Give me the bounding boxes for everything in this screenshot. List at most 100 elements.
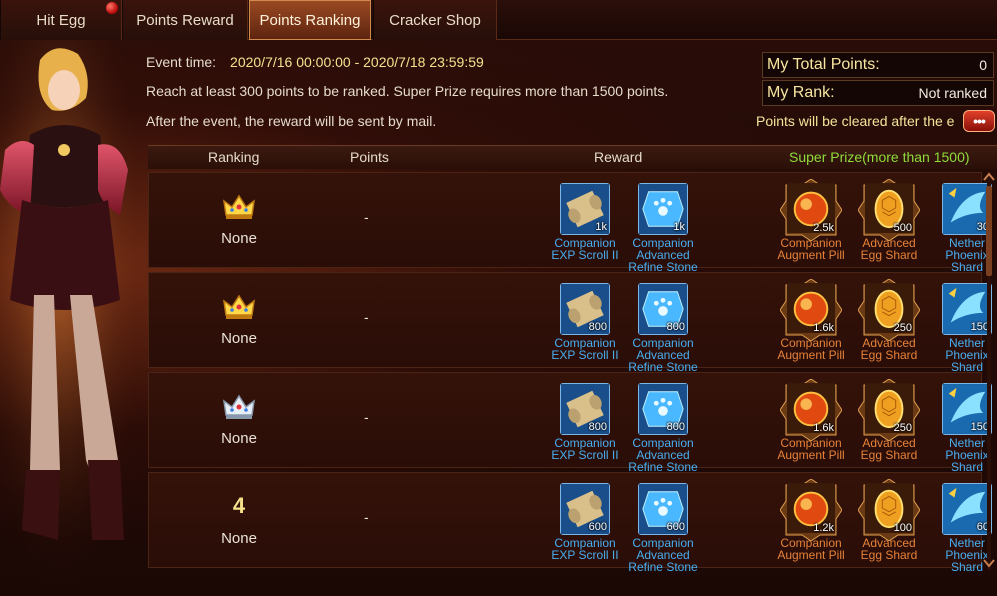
rank-cell: None <box>149 273 329 367</box>
total-points-label: My Total Points: <box>767 56 880 73</box>
item-quantity: 1k <box>673 221 685 233</box>
reward-item[interactable]: 600 Companion Advanced Refine Stone <box>623 483 703 573</box>
table-row: None - 1k Companion EXP Scroll II 1k Comp… <box>148 172 992 273</box>
item-quantity: 600 <box>666 521 685 533</box>
item-label-line: Refine Stone <box>628 560 698 574</box>
row-points: - <box>364 509 369 525</box>
tab-label: Points Ranking <box>259 11 361 29</box>
rank-player-name: None <box>221 430 257 447</box>
table-row: None - 800 Companion EXP Scroll II 800 Co… <box>148 372 992 473</box>
event-rule: Reach at least 300 points to be ranked. … <box>146 83 669 99</box>
reward-item[interactable]: 800 Companion Advanced Refine Stone <box>623 383 703 473</box>
egg-icon: 500 <box>858 179 920 241</box>
rank-value: Not ranked <box>918 85 987 101</box>
my-rank: My Rank: Not ranked <box>762 80 994 106</box>
rank-cell: None <box>149 173 329 267</box>
scroll-thumb <box>986 186 992 276</box>
reward-item[interactable]: 800 Companion Advanced Refine Stone <box>623 283 703 373</box>
row-points: - <box>364 409 369 425</box>
scroll-icon: 800 <box>560 383 610 435</box>
reward-item[interactable]: 600 Companion EXP Scroll II <box>545 483 625 561</box>
event-time-label: Event time: <box>146 54 217 70</box>
item-quantity: 1.2k <box>813 522 834 534</box>
egg-icon: 250 <box>858 279 920 341</box>
item-quantity: 100 <box>893 522 912 534</box>
tab-points-reward[interactable]: Points Reward <box>122 0 248 40</box>
pill-icon: 1.6k <box>780 379 842 441</box>
item-label-line: Augment Pill <box>777 448 845 462</box>
reward-item[interactable]: 800 Companion EXP Scroll II <box>545 383 625 461</box>
reward-item[interactable]: 1k Companion EXP Scroll II <box>545 183 625 261</box>
super-prize-item[interactable]: 250 Advanced Egg Shard <box>849 379 929 462</box>
event-time: Event time: 2020/7/16 00:00:00 - 2020/7/1… <box>146 54 484 70</box>
reward-item[interactable]: 800 Companion EXP Scroll II <box>545 283 625 361</box>
super-prize-item[interactable]: 1.6k Companion Augment Pill <box>771 379 851 462</box>
tab-label: Hit Egg <box>36 11 86 29</box>
tab-bar: Hit Egg Points Reward Points Ranking Cra… <box>0 0 997 40</box>
table-row: 4 None - 600 Companion EXP Scroll II 600 C… <box>148 472 992 573</box>
points-cleared-note: Points will be cleared after the e <box>756 113 955 129</box>
rank-player-name: None <box>221 330 257 347</box>
item-label-line: Augment Pill <box>777 348 845 362</box>
item-quantity: 250 <box>893 322 912 334</box>
scroll-icon: 600 <box>560 483 610 535</box>
reward-item[interactable]: 1k Companion Advanced Refine Stone <box>623 183 703 273</box>
item-quantity: 800 <box>666 421 685 433</box>
my-total-points: My Total Points: 0 <box>762 52 994 78</box>
super-prize-item[interactable]: 100 Advanced Egg Shard <box>849 479 929 562</box>
rank-number: 4 <box>232 493 246 518</box>
egg-icon: 100 <box>858 479 920 541</box>
header-points: Points <box>350 149 389 165</box>
item-quantity: 500 <box>893 222 912 234</box>
stone-icon: 600 <box>638 483 688 535</box>
item-label-line: Egg Shard <box>860 348 918 362</box>
item-label-line: Egg Shard <box>860 448 918 462</box>
tab-points-ranking[interactable]: Points Ranking <box>249 0 371 40</box>
scrollbar[interactable] <box>983 172 995 570</box>
item-label-line: EXP Scroll II <box>551 448 619 462</box>
rank-cell: None <box>149 373 329 467</box>
item-quantity: 800 <box>588 321 607 333</box>
tab-label: Cracker Shop <box>389 11 481 29</box>
item-quantity: 2.5k <box>813 222 834 234</box>
super-prize-item[interactable]: 250 Advanced Egg Shard <box>849 279 929 362</box>
item-label-line: EXP Scroll II <box>551 548 619 562</box>
event-mail-note: After the event, the reward will be sent… <box>146 113 437 129</box>
super-prize-item[interactable]: 2.5k Companion Augment Pill <box>771 179 851 262</box>
item-quantity: 1.6k <box>813 322 834 334</box>
item-label-line: Augment Pill <box>777 548 845 562</box>
item-quantity: 1.6k <box>813 422 834 434</box>
super-prize-item[interactable]: 1.6k Companion Augment Pill <box>771 279 851 362</box>
rank-player-name: None <box>221 530 257 547</box>
scroll-icon: 800 <box>560 283 610 335</box>
ranking-table-header: Ranking Points Reward Super Prize(more t… <box>148 145 997 169</box>
gold-crown-icon <box>223 193 255 221</box>
super-prize-item[interactable]: 500 Advanced Egg Shard <box>849 179 929 262</box>
pill-icon: 1.6k <box>780 279 842 341</box>
super-prize-item[interactable]: 1.2k Companion Augment Pill <box>771 479 851 562</box>
item-quantity: 250 <box>893 422 912 434</box>
table-row: None - 800 Companion EXP Scroll II 800 Co… <box>148 272 992 373</box>
header-reward: Reward <box>594 149 643 165</box>
item-label-line: EXP Scroll II <box>551 348 619 362</box>
item-label-line: Egg Shard <box>860 248 918 262</box>
silver-crown-icon <box>223 393 255 421</box>
item-quantity: 600 <box>588 521 607 533</box>
tab-hit-egg[interactable]: Hit Egg <box>0 0 122 40</box>
notification-dot-icon <box>106 2 118 14</box>
scroll-icon: 1k <box>560 183 610 235</box>
stone-icon: 800 <box>638 383 688 435</box>
stone-icon: 1k <box>638 183 688 235</box>
total-points-value: 0 <box>979 57 987 73</box>
tab-label: Points Reward <box>136 11 234 29</box>
event-time-value: 2020/7/16 00:00:00 - 2020/7/18 23:59:59 <box>230 54 484 70</box>
item-label-line: Egg Shard <box>860 548 918 562</box>
stone-icon: 800 <box>638 283 688 335</box>
character-portrait <box>0 40 150 596</box>
rank-player-name: None <box>221 230 257 247</box>
more-button[interactable]: ••• <box>963 110 995 132</box>
pill-icon: 1.2k <box>780 479 842 541</box>
tab-cracker-shop[interactable]: Cracker Shop <box>373 0 497 40</box>
item-quantity: 1k <box>595 221 607 233</box>
item-label-line: Augment Pill <box>777 248 845 262</box>
